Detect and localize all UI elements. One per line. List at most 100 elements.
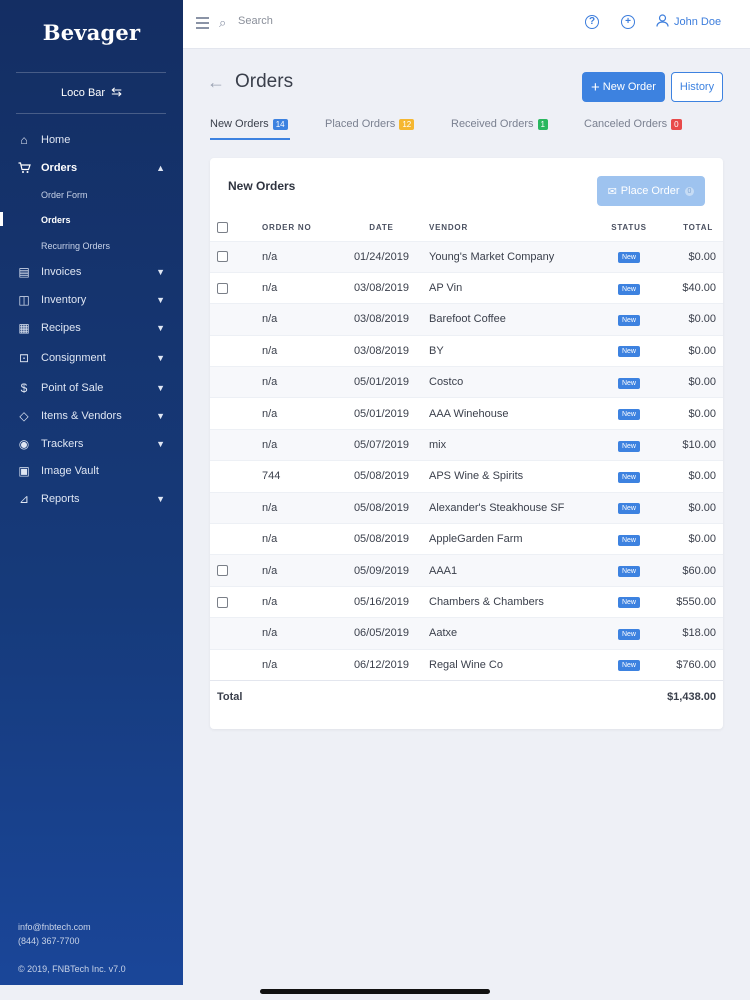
row-checkbox[interactable] xyxy=(217,251,228,263)
sidebar-item-reports[interactable]: ⊿ Reports ▼ xyxy=(0,487,183,511)
total-cell: $0.00 xyxy=(659,334,723,367)
row-checkbox[interactable] xyxy=(217,565,228,577)
history-button[interactable]: History xyxy=(671,72,723,102)
status-badge: New xyxy=(617,377,640,389)
add-circle-icon[interactable]: + xyxy=(621,15,635,29)
sidebar-item-consignment[interactable]: ⊡ Consignment ▼ xyxy=(0,346,183,370)
status-cell: New xyxy=(599,334,659,367)
table-row[interactable]: n/a 01/24/2019 Young's Market Company New $0… xyxy=(210,240,723,273)
table-row[interactable]: n/a 06/12/2019 Regal Wine Co New $760.00 xyxy=(210,648,723,681)
tab-count-badge: 14 xyxy=(272,118,288,130)
status-cell: New xyxy=(599,617,659,650)
date-cell: 05/07/2019 xyxy=(334,428,429,461)
table-row[interactable]: n/a 05/07/2019 mix New $10.00 xyxy=(210,428,723,461)
table-row[interactable]: n/a 05/09/2019 AAA1 New $60.00 xyxy=(210,554,723,587)
total-cell: $0.00 xyxy=(659,523,723,555)
sidebar-item-point-of-sale[interactable]: $ Point of Sale ▼ xyxy=(0,376,183,400)
sidebar-item-image-vault[interactable]: ▣ Image Vault xyxy=(0,459,183,483)
date-cell: 05/16/2019 xyxy=(334,585,429,618)
sidebar-item-trackers[interactable]: ◉ Trackers ▼ xyxy=(0,432,183,456)
location-switcher[interactable]: Loco Bar ⇆ xyxy=(0,84,183,100)
date-cell: 05/09/2019 xyxy=(334,554,429,587)
vendor-cell: mix xyxy=(429,428,599,461)
vendor-cell: Aatxe xyxy=(429,617,599,650)
user-icon xyxy=(656,14,669,30)
tag-icon: ◇ xyxy=(19,409,29,423)
total-cell: $0.00 xyxy=(659,303,723,336)
tab-canceled-orders[interactable]: Canceled Orders 0 xyxy=(584,118,682,130)
order-no-cell: n/a xyxy=(254,397,334,430)
sidebar-item-recipes[interactable]: ▦ Recipes ▼ xyxy=(0,316,183,340)
help-icon[interactable]: ? xyxy=(585,15,599,29)
table-row[interactable]: n/a 05/16/2019 Chambers & Chambers New $550.… xyxy=(210,585,723,618)
card-title: New Orders xyxy=(228,179,296,193)
column-header-order-no[interactable]: ORDER NO xyxy=(254,215,334,241)
location-name: Loco Bar xyxy=(61,87,106,99)
box-icon: ◫ xyxy=(18,293,30,307)
tab-received-orders[interactable]: Received Orders 1 xyxy=(451,118,548,130)
search-input[interactable] xyxy=(238,15,438,27)
table-row[interactable]: n/a 05/01/2019 Costco New $0.00 xyxy=(210,366,723,398)
home-indicator[interactable] xyxy=(260,989,490,994)
support-email[interactable]: info@fnbtech.com xyxy=(18,922,91,932)
brand-logo[interactable]: Bevager xyxy=(0,20,183,45)
row-checkbox-cell xyxy=(210,617,254,650)
user-name: John Doe xyxy=(674,16,722,28)
consignment-icon: ⊡ xyxy=(18,351,30,365)
tab-placed-orders[interactable]: Placed Orders 12 xyxy=(325,118,415,130)
vendor-cell: Chambers & Chambers xyxy=(429,585,599,618)
table-row[interactable]: 744 05/08/2019 APS Wine & Spirits New $0.00 xyxy=(210,460,723,493)
table-row[interactable]: n/a 05/08/2019 Alexander's Steakhouse SF Ne… xyxy=(210,491,723,524)
user-menu[interactable]: John Doe xyxy=(656,14,721,30)
chevron-up-icon: ▲ xyxy=(156,163,165,173)
support-phone[interactable]: (844) 367-7700 xyxy=(18,936,80,946)
order-no-cell: n/a xyxy=(254,523,334,555)
status-cell: New xyxy=(599,271,659,304)
status-badge: New xyxy=(617,440,640,452)
new-order-button[interactable]: + New Order xyxy=(582,72,665,102)
envelope-icon: ✉ xyxy=(607,185,617,198)
column-header-total[interactable]: TOTAL xyxy=(659,215,723,241)
column-header-date[interactable]: DATE xyxy=(334,215,429,241)
table-row[interactable]: n/a 05/01/2019 AAA Winehouse New $0.00 xyxy=(210,397,723,430)
row-checkbox-cell xyxy=(210,554,254,587)
new-order-label: New Order xyxy=(602,81,656,93)
sidebar-item-label: Home xyxy=(41,134,71,146)
sidebar-item-orders[interactable]: Orders ▲ xyxy=(0,156,183,180)
active-tab-underline xyxy=(210,138,290,140)
orders-table: ORDER NO DATE VENDOR STATUS TOTAL n/a 01/… xyxy=(210,215,723,713)
order-no-cell: n/a xyxy=(254,491,334,524)
table-row[interactable]: n/a 03/08/2019 BY New $0.00 xyxy=(210,334,723,367)
sidebar-item-inventory[interactable]: ◫ Inventory ▼ xyxy=(0,288,183,312)
tab-new-orders[interactable]: New Orders 14 xyxy=(210,118,288,130)
order-no-cell: n/a xyxy=(254,334,334,367)
page-title: Orders xyxy=(235,71,294,92)
table-row[interactable]: n/a 03/08/2019 Barefoot Coffee New $0.00 xyxy=(210,303,723,336)
status-cell: New xyxy=(599,460,659,493)
sidebar-item-items-vendors[interactable]: ◇ Items & Vendors ▼ xyxy=(0,404,183,428)
sidebar-item-invoices[interactable]: ▤ Invoices ▼ xyxy=(0,260,183,284)
hamburger-menu-icon[interactable] xyxy=(196,17,209,29)
order-no-cell: n/a xyxy=(254,366,334,398)
row-checkbox[interactable] xyxy=(217,282,228,294)
column-header-status[interactable]: STATUS xyxy=(599,215,659,241)
sidebar-subitem-recurring-orders[interactable]: Recurring Orders xyxy=(41,241,110,251)
table-header-row: ORDER NO DATE VENDOR STATUS TOTAL xyxy=(210,215,723,241)
tab-count-badge: 12 xyxy=(399,118,415,130)
status-badge: New xyxy=(617,314,640,326)
table-row[interactable]: n/a 06/05/2019 Aatxe New $18.00 xyxy=(210,617,723,650)
sidebar-subitem-order-form[interactable]: Order Form xyxy=(41,190,88,200)
vendor-cell: APS Wine & Spirits xyxy=(429,460,599,493)
table-row[interactable]: n/a 05/08/2019 AppleGarden Farm New $0.00 xyxy=(210,523,723,555)
column-header-vendor[interactable]: VENDOR xyxy=(429,215,599,241)
sidebar-item-label: Point of Sale xyxy=(41,382,104,394)
row-checkbox[interactable] xyxy=(217,596,228,608)
sidebar-subitem-orders[interactable]: Orders xyxy=(41,215,71,225)
place-order-button[interactable]: ✉ Place Order 0 xyxy=(597,176,705,206)
back-arrow-icon[interactable]: ← xyxy=(207,72,225,93)
sidebar-item-home[interactable]: ⌂ Home xyxy=(0,128,183,152)
row-checkbox-cell xyxy=(210,648,254,681)
sidebar: Bevager Loco Bar ⇆ ⌂ Home Orders ▲ Order … xyxy=(0,0,183,985)
select-all-checkbox[interactable] xyxy=(217,222,228,234)
table-row[interactable]: n/a 03/08/2019 AP Vin New $40.00 xyxy=(210,271,723,304)
